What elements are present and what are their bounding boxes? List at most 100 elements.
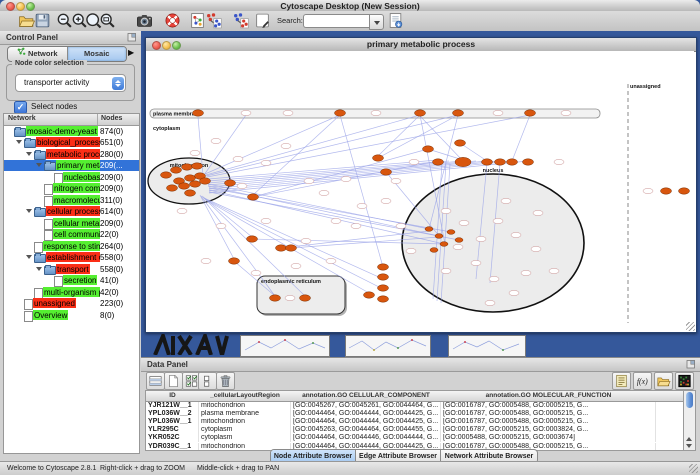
network-view-icon[interactable]: [189, 12, 206, 29]
network-node-white[interactable]: [216, 223, 226, 228]
table-cell[interactable]: cytoplasm: [199, 426, 291, 434]
table-cell[interactable]: [GO:0016787, GO:0005488, GO:0005215, G..…: [441, 418, 656, 426]
create-attribute-button[interactable]: [164, 372, 183, 390]
network-node-white[interactable]: [261, 160, 271, 165]
network-node-white[interactable]: [283, 110, 293, 115]
network-node-white[interactable]: [406, 248, 416, 253]
network-node-white[interactable]: [501, 198, 511, 203]
tree-row-cellular-process[interactable]: cellular process614(0): [4, 206, 139, 218]
network-node-white[interactable]: [237, 183, 247, 188]
network-node-white[interactable]: [521, 270, 531, 275]
table-header-ID[interactable]: ID: [146, 391, 200, 402]
table-cell[interactable]: [656, 443, 684, 451]
network-node-orange[interactable]: [455, 157, 471, 166]
network-node-orange[interactable]: [378, 274, 389, 280]
float-panel-icon[interactable]: [686, 359, 696, 369]
table-header-annotation.GO CELLULAR_COMPONENT[interactable]: annotation.GO CELLULAR_COMPONENT: [291, 391, 442, 402]
import-attribute-file-button[interactable]: [654, 372, 673, 390]
network-node-orange[interactable]: [373, 155, 384, 161]
network-node-white[interactable]: [381, 198, 391, 203]
network-node-white[interactable]: [341, 176, 351, 181]
network-node-white[interactable]: [190, 150, 200, 155]
network-node-orange[interactable]: [679, 188, 690, 194]
network-node-orange[interactable]: [193, 110, 204, 116]
attribute-matrix-button[interactable]: [675, 372, 694, 390]
tree-row-cell-communicat[interactable]: cell communicat22(0): [4, 229, 139, 241]
search-input[interactable]: [303, 14, 370, 28]
network-view-window[interactable]: primary metabolic process plasma membran…: [145, 37, 697, 333]
network-node-orange[interactable]: [276, 245, 287, 251]
network-node-orange[interactable]: [430, 248, 438, 253]
network-node-orange[interactable]: [185, 190, 196, 196]
network-node-orange[interactable]: [190, 181, 201, 187]
network-node-orange[interactable]: [335, 110, 346, 116]
tree-row-primary-metabo[interactable]: primary metabo209(...: [4, 160, 139, 172]
expand-arrow-icon[interactable]: [26, 209, 32, 213]
table-cell[interactable]: YPL036W__2: [146, 410, 199, 418]
network-node-orange[interactable]: [192, 163, 203, 169]
network-node-white[interactable]: [485, 300, 495, 305]
network-node-white[interactable]: [281, 143, 291, 148]
table-cell[interactable]: [656, 426, 684, 434]
network-node-white[interactable]: [409, 159, 419, 164]
table-cell[interactable]: plasma membrane: [199, 410, 291, 418]
network-node-white[interactable]: [371, 110, 381, 115]
save-session-icon[interactable]: [34, 12, 51, 29]
tree-row-nucleobase-co[interactable]: nucleobase-co209(0): [4, 171, 139, 183]
network-node-orange[interactable]: [482, 159, 493, 165]
network-node-orange[interactable]: [433, 159, 444, 165]
table-cell[interactable]: [GO:0044464, GO:0044444, GO:0044425, G..…: [291, 410, 441, 418]
background-window-thumbnail[interactable]: [345, 335, 431, 357]
network-node-white[interactable]: [643, 188, 653, 193]
network-node-orange[interactable]: [440, 242, 448, 247]
network-node-white[interactable]: [561, 110, 571, 115]
window-resize-grip[interactable]: [689, 464, 698, 473]
network-node-white[interactable]: [511, 232, 521, 237]
table-cell[interactable]: [656, 434, 684, 442]
formula-builder-button[interactable]: f(x): [633, 372, 652, 390]
network-node-orange[interactable]: [161, 172, 172, 178]
network-node-white[interactable]: [285, 295, 295, 300]
network-node-white[interactable]: [549, 268, 559, 273]
network-node-white[interactable]: [396, 223, 406, 228]
network-node-orange[interactable]: [661, 188, 672, 194]
tree-row-establishment-of-lo[interactable]: establishment of lo558(0): [4, 252, 139, 264]
network-node-white[interactable]: [554, 159, 564, 164]
network-node-white[interactable]: [453, 244, 463, 249]
table-cell[interactable]: [GO:0045263, GO:0044464, GO:0044455, G..…: [291, 426, 441, 434]
table-cell[interactable]: [656, 410, 684, 418]
table-cell[interactable]: YLR295C: [146, 426, 199, 434]
network-node-orange[interactable]: [200, 178, 211, 184]
layout-tool-red-blue-icon[interactable]: [205, 12, 222, 29]
network-window-title-bar[interactable]: primary metabolic process: [146, 38, 696, 52]
network-node-white[interactable]: [441, 208, 451, 213]
network-canvas[interactable]: plasma membranecytoplasmmitochondrionnuc…: [146, 51, 694, 330]
network-node-white[interactable]: [391, 178, 401, 183]
background-window-thumbnail[interactable]: [448, 335, 526, 357]
tree-row-mosaic-demo-yeast[interactable]: mosaic-demo-yeast874(0): [4, 125, 139, 137]
network-node-white[interactable]: [177, 208, 187, 213]
network-node-white[interactable]: [211, 138, 221, 143]
network-node-orange[interactable]: [415, 110, 426, 116]
table-cell[interactable]: YKR052C: [146, 434, 199, 442]
background-window-thumbnail[interactable]: [240, 335, 330, 357]
search-combo-arrow[interactable]: [369, 14, 384, 30]
table-cell[interactable]: [GO:0044464, GO:0044446, GO:0044444, G..…: [291, 434, 441, 442]
select-all-attributes-button[interactable]: [146, 372, 165, 390]
scrollbar-thumb[interactable]: [686, 392, 693, 408]
network-node-orange[interactable]: [179, 183, 190, 189]
delete-attribute-button[interactable]: [216, 372, 235, 390]
network-node-orange[interactable]: [286, 245, 297, 251]
network-node-orange[interactable]: [182, 164, 193, 170]
network-node-white[interactable]: [471, 260, 481, 265]
network-node-orange[interactable]: [525, 110, 536, 116]
network-node-white[interactable]: [291, 263, 301, 268]
network-node-orange[interactable]: [381, 169, 392, 175]
table-cell[interactable]: [GO:0016787, GO:0005215, GO:0003824, G..…: [441, 426, 656, 434]
network-node-white[interactable]: [201, 258, 211, 263]
network-node-orange[interactable]: [507, 159, 518, 165]
network-node-white[interactable]: [331, 218, 341, 223]
network-node-white[interactable]: [476, 236, 486, 241]
network-node-orange[interactable]: [423, 146, 434, 152]
tab-network[interactable]: Network: [8, 47, 67, 61]
